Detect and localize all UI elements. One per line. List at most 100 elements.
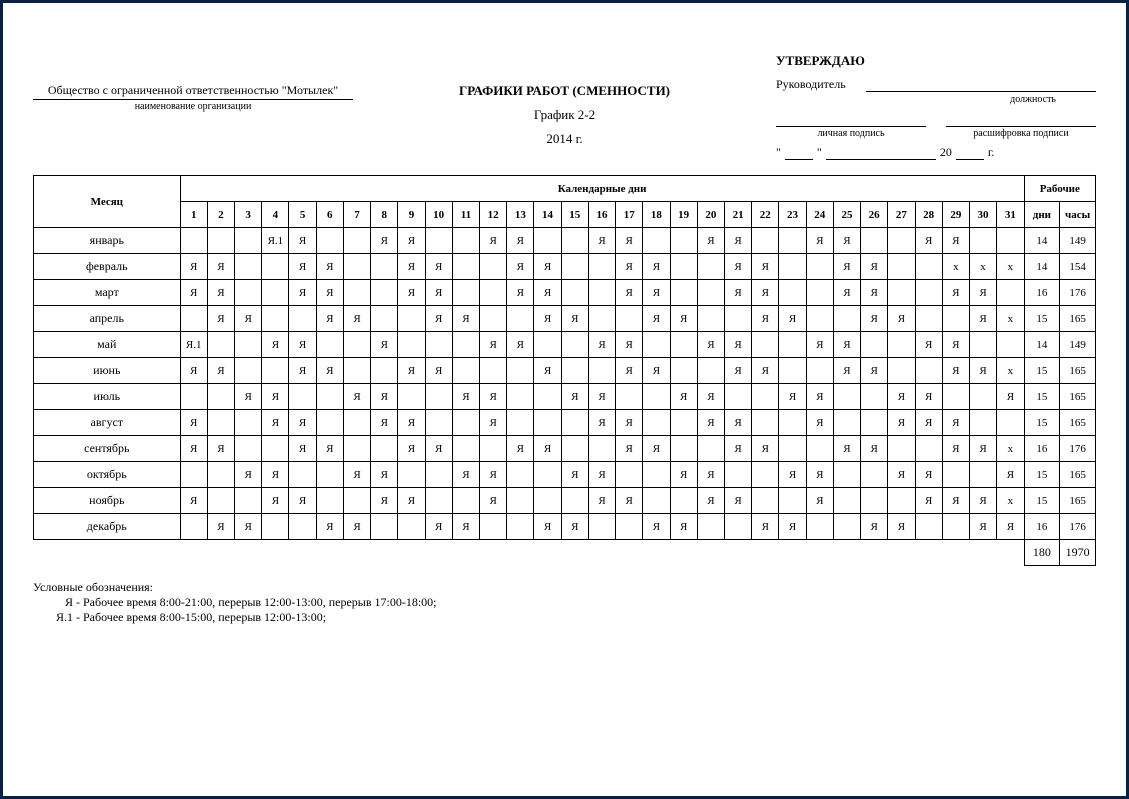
day-cell: [235, 228, 262, 254]
day-cell: [670, 358, 697, 384]
day-cell: x: [969, 254, 996, 280]
day-cell: [643, 228, 670, 254]
day-cell: Я: [371, 462, 398, 488]
day-cell: [262, 436, 289, 462]
day-cell: Я: [371, 384, 398, 410]
day-cell: Я: [207, 306, 234, 332]
day-cell: Я: [861, 280, 888, 306]
day-cell: [262, 280, 289, 306]
month-cell: июнь: [34, 358, 181, 384]
day-cell: [806, 514, 833, 540]
day-cell: Я: [724, 280, 751, 306]
day-cell: [425, 488, 452, 514]
day-cell: Я: [888, 514, 915, 540]
row-days-total: 16: [1024, 280, 1060, 306]
day-cell: [480, 514, 507, 540]
table-row: декабрьЯЯЯЯЯЯЯЯЯЯЯЯЯЯЯЯ16176: [34, 514, 1096, 540]
day-cell: Я: [289, 358, 316, 384]
day-cell: Я: [588, 228, 615, 254]
day-cell: Я: [969, 514, 996, 540]
day-cell: [316, 332, 343, 358]
day-cell: [371, 436, 398, 462]
day-cell: [588, 358, 615, 384]
day-cell: Я: [180, 254, 207, 280]
row-hours-total: 149: [1060, 228, 1096, 254]
day-cell: [888, 228, 915, 254]
day-cell: [561, 254, 588, 280]
day-cell: Я: [616, 332, 643, 358]
legend-text: Рабочее время 8:00-21:00, перерыв 12:00-…: [83, 595, 437, 609]
table-row: августЯЯЯЯЯЯЯЯЯЯЯЯЯЯ15165: [34, 410, 1096, 436]
day-cell: [371, 306, 398, 332]
day-cell: [942, 514, 969, 540]
day-cell: Я: [425, 280, 452, 306]
total-days-header: дни: [1024, 202, 1060, 228]
day-cell: Я: [180, 280, 207, 306]
day-cell: Я: [480, 384, 507, 410]
day-cell: Я: [343, 514, 370, 540]
day-cell: [779, 332, 806, 358]
day-cell: [697, 306, 724, 332]
day-cell: [480, 358, 507, 384]
day-cell: Я: [942, 358, 969, 384]
day-cell: [670, 254, 697, 280]
day-cell: [833, 462, 860, 488]
day-cell: x: [942, 254, 969, 280]
day-number-header: 13: [507, 202, 534, 228]
day-cell: [697, 358, 724, 384]
day-cell: [724, 514, 751, 540]
day-cell: Я: [452, 514, 479, 540]
day-cell: Я: [833, 332, 860, 358]
day-cell: [969, 384, 996, 410]
month-cell: сентябрь: [34, 436, 181, 462]
day-cell: [806, 436, 833, 462]
day-number-header: 9: [398, 202, 425, 228]
day-cell: [343, 488, 370, 514]
day-cell: Я: [507, 228, 534, 254]
day-cell: [806, 254, 833, 280]
day-cell: [235, 280, 262, 306]
day-cell: Я: [180, 358, 207, 384]
day-cell: [888, 436, 915, 462]
day-cell: [180, 384, 207, 410]
day-cell: Я.1: [180, 332, 207, 358]
day-cell: Я: [235, 306, 262, 332]
day-cell: Я: [588, 410, 615, 436]
day-cell: Я: [235, 462, 262, 488]
day-cell: Я: [588, 384, 615, 410]
day-cell: [561, 488, 588, 514]
day-cell: [425, 332, 452, 358]
day-cell: [343, 228, 370, 254]
day-cell: Я: [752, 514, 779, 540]
day-cell: Я: [262, 332, 289, 358]
day-cell: Я: [561, 384, 588, 410]
day-cell: [752, 488, 779, 514]
day-number-header: 7: [343, 202, 370, 228]
day-cell: [507, 462, 534, 488]
day-cell: [507, 358, 534, 384]
day-cell: Я: [724, 358, 751, 384]
day-cell: Я: [752, 358, 779, 384]
day-cell: [561, 410, 588, 436]
day-cell: [534, 384, 561, 410]
day-cell: [180, 306, 207, 332]
day-number-header: 4: [262, 202, 289, 228]
day-number-header: 28: [915, 202, 942, 228]
row-days-total: 15: [1024, 410, 1060, 436]
month-cell: март: [34, 280, 181, 306]
day-cell: [969, 228, 996, 254]
day-cell: [289, 462, 316, 488]
day-cell: [888, 254, 915, 280]
day-number-header: 10: [425, 202, 452, 228]
day-cell: [425, 462, 452, 488]
day-cell: [561, 280, 588, 306]
day-cell: Я: [697, 462, 724, 488]
day-cell: [616, 462, 643, 488]
day-cell: [398, 462, 425, 488]
day-cell: [779, 228, 806, 254]
day-cell: [997, 332, 1024, 358]
day-cell: Я: [180, 410, 207, 436]
day-cell: [180, 462, 207, 488]
table-row: апрельЯЯЯЯЯЯЯЯЯЯЯЯЯЯЯx15165: [34, 306, 1096, 332]
day-cell: [289, 306, 316, 332]
